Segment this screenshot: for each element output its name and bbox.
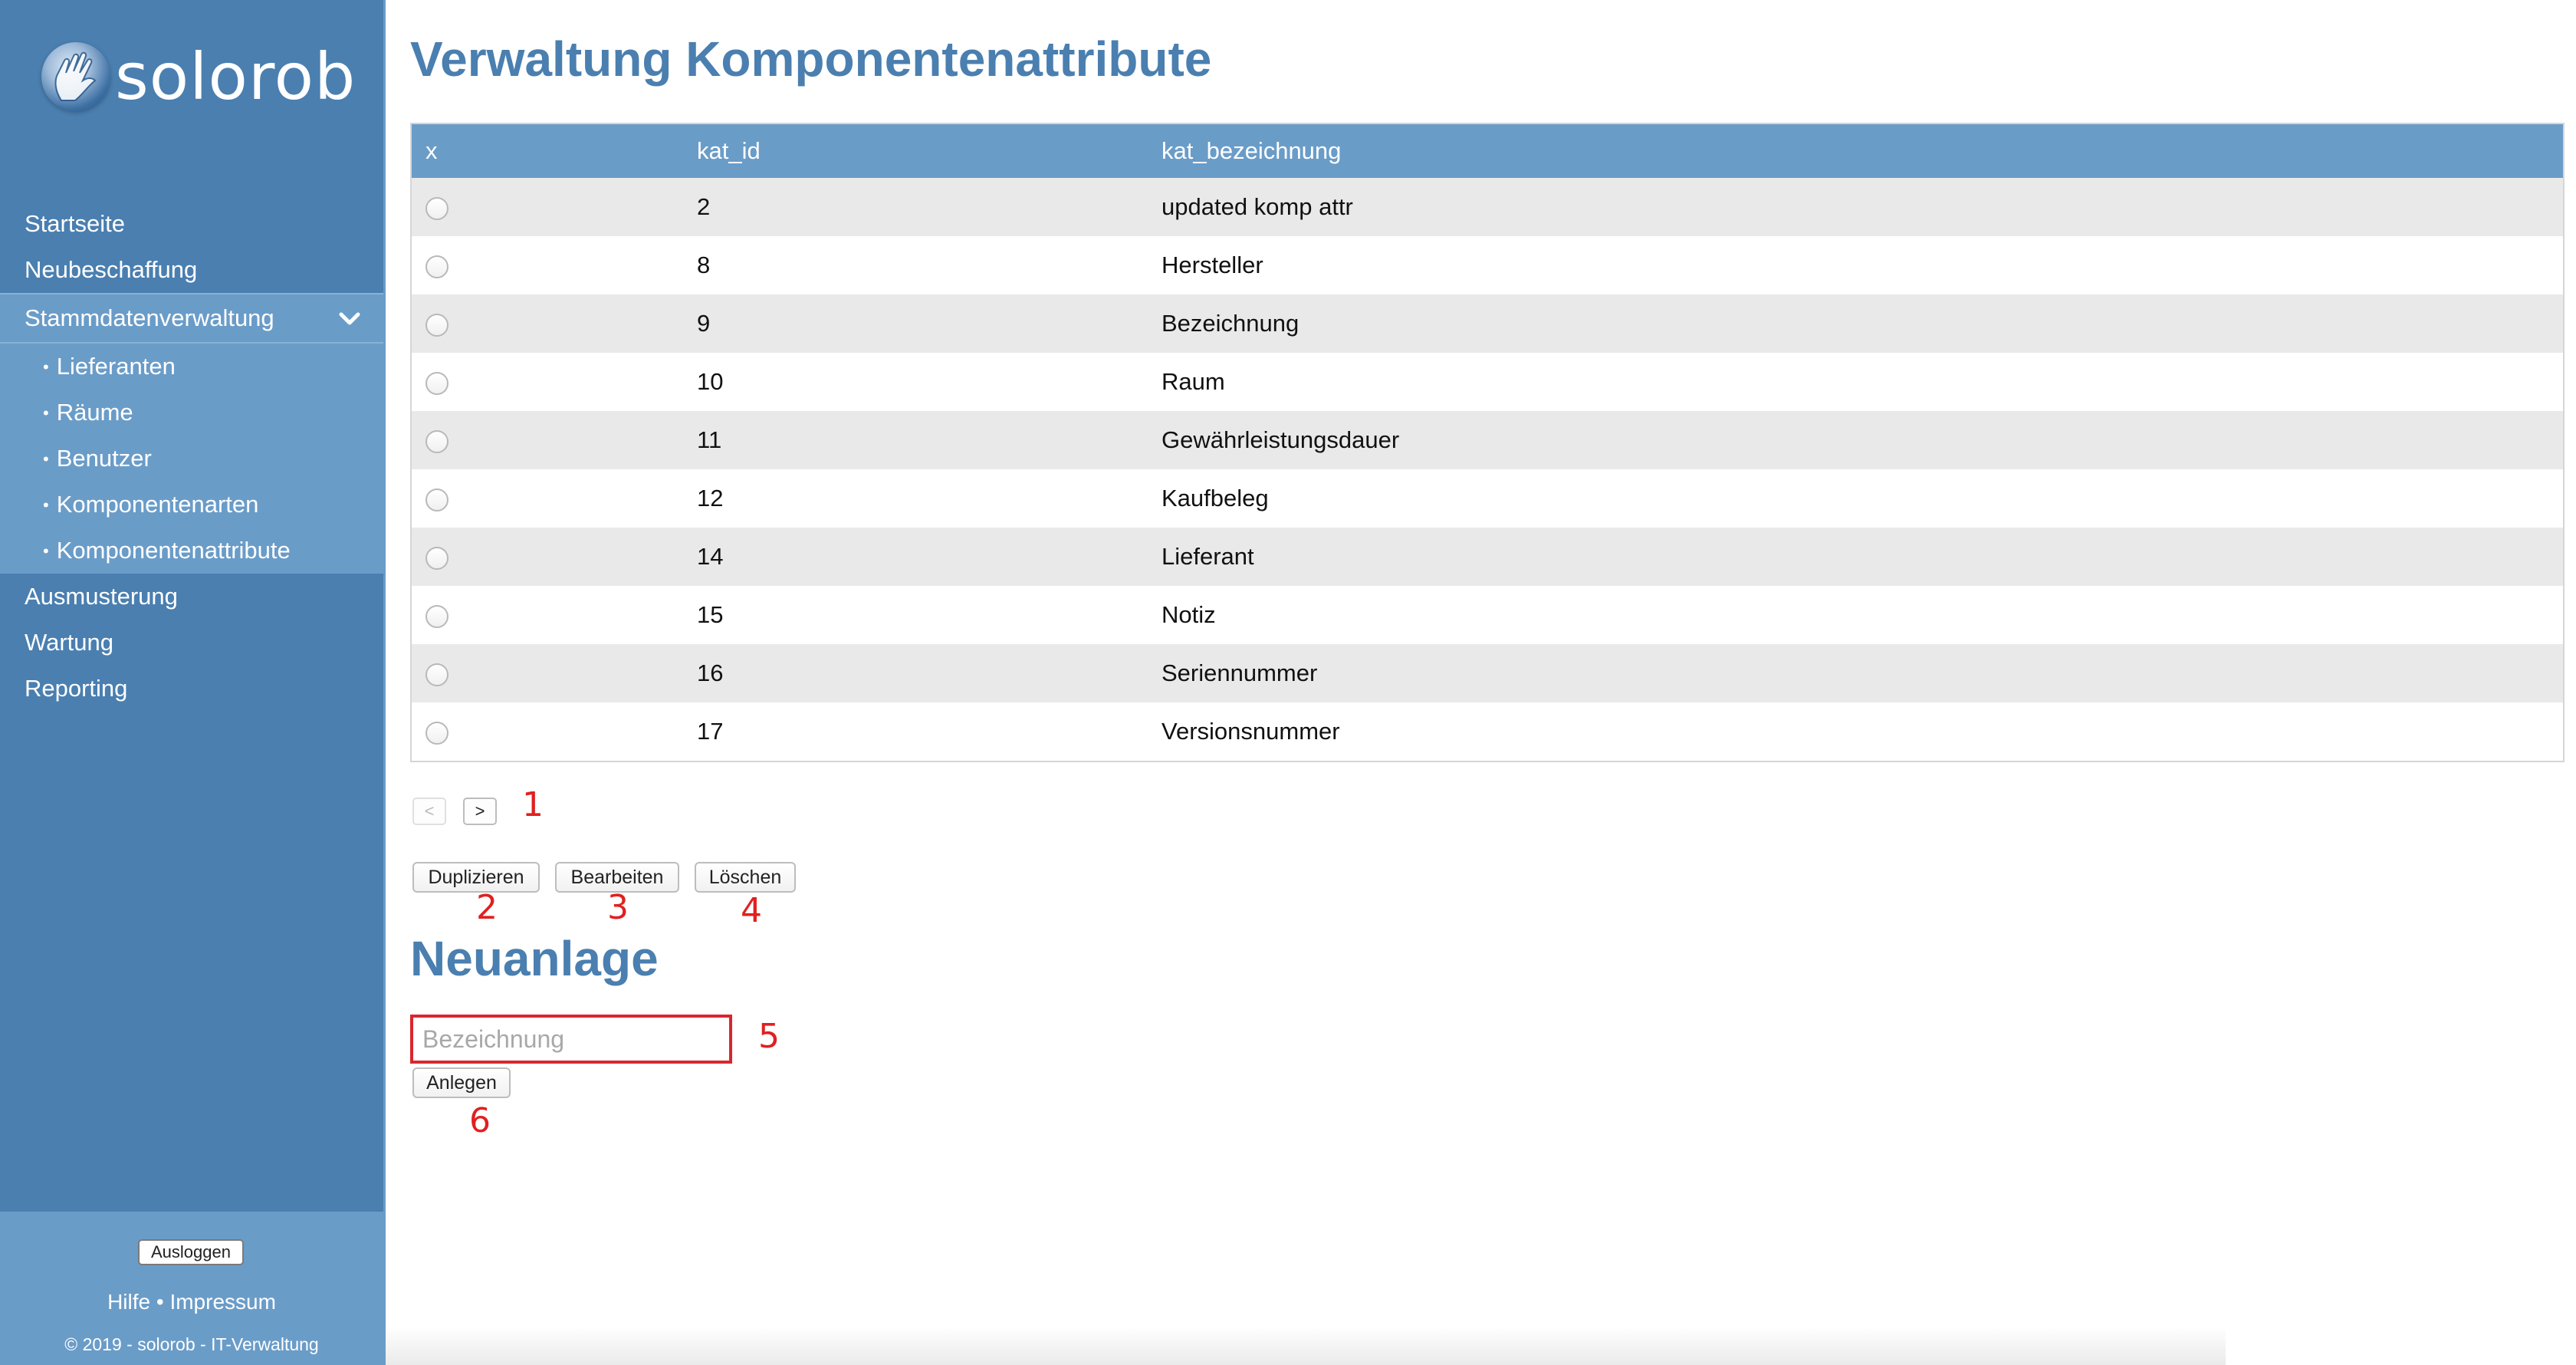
delete-button[interactable]: Löschen: [695, 862, 796, 893]
row-select-radio[interactable]: [426, 313, 449, 337]
column-header-kat-bezeichnung[interactable]: kat_bezeichnung: [1162, 124, 2563, 178]
row-select-radio[interactable]: [426, 255, 449, 278]
cell-kat-bezeichnung: Seriennummer: [1162, 659, 1318, 686]
help-link[interactable]: Hilfe: [107, 1290, 150, 1314]
cell-kat-id: 12: [697, 485, 724, 511]
cell-kat-bezeichnung: Versionsnummer: [1162, 718, 1340, 745]
sidebar-subitem-label: Komponentenattribute: [56, 537, 291, 564]
column-header-x: x: [426, 137, 438, 164]
annotation-marker: 2: [476, 888, 498, 927]
cell-kat-id: 11: [697, 426, 722, 453]
page-title: Verwaltung Komponentenattribute: [410, 31, 1212, 87]
annotation-marker: 5: [758, 1017, 780, 1056]
bullet-icon: •: [43, 403, 49, 423]
table-row[interactable]: 12 Kaufbeleg: [412, 469, 2563, 528]
sidebar-item-label: Stammdatenverwaltung: [25, 304, 274, 331]
footer-separator: •: [156, 1290, 164, 1314]
bezeichnung-input[interactable]: [410, 1015, 732, 1064]
cell-kat-bezeichnung: Hersteller: [1162, 252, 1263, 278]
sidebar-nav: Startseite Neubeschaffung Stammdatenverw…: [0, 201, 383, 712]
sidebar-item-reporting[interactable]: Reporting: [0, 666, 383, 712]
cell-kat-bezeichnung: Kaufbeleg: [1162, 485, 1269, 511]
annotation-marker: 6: [469, 1101, 491, 1140]
row-select-radio[interactable]: [426, 488, 449, 511]
sidebar-subitem-label: Komponentenarten: [56, 491, 259, 518]
table-row[interactable]: 2 updated komp attr: [412, 178, 2563, 236]
table-row[interactable]: 8 Hersteller: [412, 236, 2563, 294]
cell-kat-id: 9: [697, 310, 711, 337]
row-select-radio[interactable]: [426, 663, 449, 686]
annotation-marker: 1: [522, 785, 544, 824]
bullet-icon: •: [43, 357, 49, 377]
cell-kat-id: 16: [697, 659, 724, 686]
table-header-row: x kat_id kat_bezeichnung: [412, 124, 2563, 178]
section-title-neuanlage: Neuanlage: [410, 931, 659, 986]
table-row[interactable]: 9 Bezeichnung: [412, 294, 2563, 353]
sidebar-subitem-benutzer[interactable]: • Benutzer: [0, 436, 383, 482]
sidebar-item-stammdatenverwaltung[interactable]: Stammdatenverwaltung: [0, 293, 383, 344]
table-row[interactable]: 17 Versionsnummer: [412, 702, 2563, 761]
submenu-stammdaten: • Lieferanten • Räume • Benutzer • Komponent…: [0, 344, 383, 574]
logo-text: solorob: [115, 39, 356, 114]
cell-kat-id: 17: [697, 718, 724, 745]
chevron-down-icon[interactable]: [336, 305, 363, 333]
sidebar-subitem-label: Räume: [56, 399, 133, 426]
annotation-marker: 4: [741, 891, 762, 930]
table-row[interactable]: 10 Raum: [412, 353, 2563, 411]
sidebar-item-neubeschaffung[interactable]: Neubeschaffung: [0, 247, 383, 293]
bullet-icon: •: [43, 495, 49, 515]
column-header-kat-id[interactable]: kat_id: [697, 124, 1162, 178]
footer-links: Hilfe • Impressum: [0, 1290, 383, 1314]
cell-kat-id: 14: [697, 543, 724, 570]
page-bottom-shadow: [386, 1327, 2226, 1365]
next-page-button[interactable]: >: [463, 798, 497, 825]
sidebar-subitem-komponentenattribute[interactable]: • Komponentenattribute: [0, 528, 383, 574]
cell-kat-id: 8: [697, 252, 711, 278]
sidebar-item-startseite[interactable]: Startseite: [0, 201, 383, 247]
table-row[interactable]: 16 Seriennummer: [412, 644, 2563, 702]
sidebar-subitem-label: Lieferanten: [56, 353, 176, 380]
sidebar-subitem-komponentenarten[interactable]: • Komponentenarten: [0, 482, 383, 528]
bullet-icon: •: [43, 449, 49, 469]
sidebar-subitem-raeume[interactable]: • Räume: [0, 390, 383, 436]
row-select-radio[interactable]: [426, 721, 449, 745]
logout-button[interactable]: Ausloggen: [138, 1239, 244, 1265]
annotation-marker: 3: [607, 888, 629, 927]
sidebar-subitem-label: Benutzer: [56, 445, 152, 472]
row-select-radio[interactable]: [426, 196, 449, 220]
hand-logo-icon: [41, 42, 110, 111]
create-button[interactable]: Anlegen: [412, 1067, 511, 1098]
sidebar-item-wartung[interactable]: Wartung: [0, 620, 383, 666]
cell-kat-id: 10: [697, 368, 724, 395]
row-select-radio[interactable]: [426, 371, 449, 395]
cell-kat-id: 2: [697, 193, 711, 220]
sidebar-footer: Ausloggen Hilfe • Impressum © 2019 - sol…: [0, 1212, 383, 1365]
row-select-radio[interactable]: [426, 429, 449, 453]
copyright-text: © 2019 - solorob - IT-Verwaltung: [64, 1334, 319, 1354]
pagination: < >: [412, 798, 497, 825]
row-select-radio[interactable]: [426, 546, 449, 570]
attributes-table: x kat_id kat_bezeichnung 2 updated komp a…: [410, 123, 2564, 762]
row-select-radio[interactable]: [426, 604, 449, 628]
cell-kat-bezeichnung: Bezeichnung: [1162, 310, 1300, 337]
cell-kat-bezeichnung: Notiz: [1162, 601, 1216, 628]
table-row[interactable]: 14 Lieferant: [412, 528, 2563, 586]
sidebar: solorob Startseite Neubeschaffung Stammd…: [0, 0, 386, 1365]
logo[interactable]: solorob: [41, 38, 356, 115]
sidebar-item-ausmusterung[interactable]: Ausmusterung: [0, 574, 383, 620]
cell-kat-bezeichnung: Raum: [1162, 368, 1225, 395]
prev-page-button[interactable]: <: [412, 798, 446, 825]
table-row[interactable]: 11 Gewährleistungsdauer: [412, 411, 2563, 469]
table-row[interactable]: 15 Notiz: [412, 586, 2563, 644]
cell-kat-bezeichnung: updated komp attr: [1162, 193, 1353, 220]
cell-kat-id: 15: [697, 601, 724, 628]
impressum-link[interactable]: Impressum: [169, 1290, 275, 1314]
bullet-icon: •: [43, 541, 49, 561]
cell-kat-bezeichnung: Lieferant: [1162, 543, 1254, 570]
cell-kat-bezeichnung: Gewährleistungsdauer: [1162, 426, 1400, 453]
sidebar-subitem-lieferanten[interactable]: • Lieferanten: [0, 344, 383, 390]
